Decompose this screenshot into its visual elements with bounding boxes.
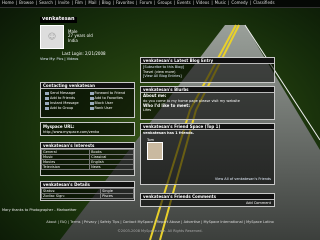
detail-value: Pisces	[100, 193, 134, 200]
view-all-friends-link[interactable]: View All of venkatesan's Friends	[215, 177, 271, 181]
nav-videos[interactable]: Videos	[194, 0, 211, 7]
star-icon	[89, 96, 94, 100]
profile-name: venkatesan	[40, 16, 77, 23]
nav-mail[interactable]: Mail	[86, 0, 98, 7]
nav-blog[interactable]: Blog	[100, 0, 113, 7]
nav-events[interactable]: Events	[175, 0, 193, 7]
profile-info: venkatesan ☺ Male 27 years old India Las…	[40, 16, 130, 61]
add-to-group-link[interactable]: Add to Group	[45, 106, 86, 110]
nav-forum[interactable]: Forum	[137, 0, 154, 7]
top-navigation-bar: Home | Browse | Search | Invite | Film | Mail | Blog…	[0, 0, 320, 8]
comments-title: venkatesan's Friends Comments	[141, 194, 274, 200]
footer-safety[interactable]: Safety Tips	[100, 220, 119, 224]
details-table: Status: Single Zodiac Sign: Pisces	[41, 187, 134, 200]
last-login-label: Last Login:	[62, 50, 84, 56]
footer-advertise[interactable]: Advertise	[184, 220, 201, 224]
nav-groups[interactable]: Groups	[155, 0, 173, 7]
contact-box: Contacting venkatesan Send Message Forwa…	[40, 82, 135, 118]
myspace-url-box: Myspace URL: http://www.myspace.com/venk…	[40, 122, 135, 136]
rank-user-link[interactable]: Rank User	[89, 106, 131, 110]
nav-browse[interactable]: Browse	[17, 0, 36, 7]
footer-international[interactable]: MySpace International	[204, 220, 243, 224]
about-me-text: do you come to my home page please visit…	[143, 98, 240, 103]
add-to-favorites-link[interactable]: Add to Favorites	[89, 96, 131, 100]
add-comment-link[interactable]: Add Comment	[246, 201, 271, 205]
view-pics-link[interactable]: View My: Pics | Videos	[40, 57, 130, 61]
footer-faq[interactable]: FAQ	[60, 220, 67, 224]
interest-key: Television	[41, 164, 91, 171]
instant-message-link[interactable]: Instant Message	[45, 101, 86, 105]
nav-comedy[interactable]: Comedy	[229, 0, 250, 7]
add-friend-icon	[45, 96, 49, 100]
footer-latino[interactable]: MySpace Latino	[246, 220, 274, 224]
footer-report[interactable]: Report Abuse	[157, 220, 181, 224]
group-icon	[45, 106, 49, 110]
blurbs-box: venkatesan's Blurbs About me: do you com…	[140, 86, 275, 120]
profile-photo[interactable]: ☺	[40, 24, 64, 49]
footer-about[interactable]: About	[46, 220, 56, 224]
friend-photo[interactable]	[147, 142, 163, 161]
friend-name[interactable]: Tom	[147, 138, 268, 142]
detail-key: Zodiac Sign:	[41, 193, 102, 200]
url-value[interactable]: http://www.myspace.com/venka	[43, 130, 132, 134]
block-icon	[89, 101, 94, 105]
footer-contact[interactable]: Contact MySpace	[123, 220, 154, 224]
rank-icon	[89, 106, 94, 110]
nav-home[interactable]: Home	[0, 0, 16, 7]
forward-icon	[89, 91, 94, 95]
blog-box: venkatesan's Latest Blog Entry [Subscrib…	[140, 57, 275, 83]
add-to-friends-link[interactable]: Add to Friends	[45, 96, 86, 100]
last-login-value: 2/21/2008	[85, 50, 106, 56]
comments-box: venkatesan's Friends Comments Add Commen…	[140, 193, 275, 207]
nav-invite[interactable]: Invite	[56, 0, 71, 7]
nav-film[interactable]: Film	[73, 0, 85, 7]
nav-classifieds[interactable]: Classifieds	[251, 0, 276, 7]
photo-caption: Mary thanks to Photographer - Markoether	[2, 208, 77, 212]
profile-location: India	[68, 38, 78, 44]
interest-value: News	[89, 164, 134, 171]
details-box: venkatesan's Details Status: Single Zodia…	[40, 181, 135, 201]
forward-to-friend-link[interactable]: Forward to Friend	[89, 91, 131, 95]
view-all-blog-link[interactable]: [View All Blog Entries]	[141, 74, 274, 78]
footer-privacy[interactable]: Privacy	[84, 220, 97, 224]
friend-space-box: venkatesan's Friend Space (Top 1) venkat…	[140, 123, 275, 185]
envelope-icon	[45, 91, 49, 95]
chat-icon	[45, 101, 49, 105]
block-user-link[interactable]: Block User	[89, 101, 131, 105]
nav-search[interactable]: Search	[37, 0, 55, 7]
footer-terms[interactable]: Terms	[70, 220, 80, 224]
interests-box: venkatesan's Interests General Books Musi…	[40, 142, 135, 176]
interests-table: General Books Music Classical Movies Englis…	[41, 148, 134, 171]
table-row: Zodiac Sign: Pisces	[41, 193, 134, 200]
who-to-meet-text: Lifes	[143, 108, 152, 113]
footer-links: About | FAQ | Terms | Privacy | Safety T…	[46, 220, 274, 224]
nav-favorites[interactable]: Favorites	[114, 0, 136, 7]
footer-copyright: ©2003-2008 MySpace.com. All Rights Reser…	[117, 229, 203, 233]
table-row: Television News	[41, 164, 134, 171]
send-message-link[interactable]: Send Message	[45, 91, 86, 95]
nav-music[interactable]: Music	[213, 0, 228, 7]
